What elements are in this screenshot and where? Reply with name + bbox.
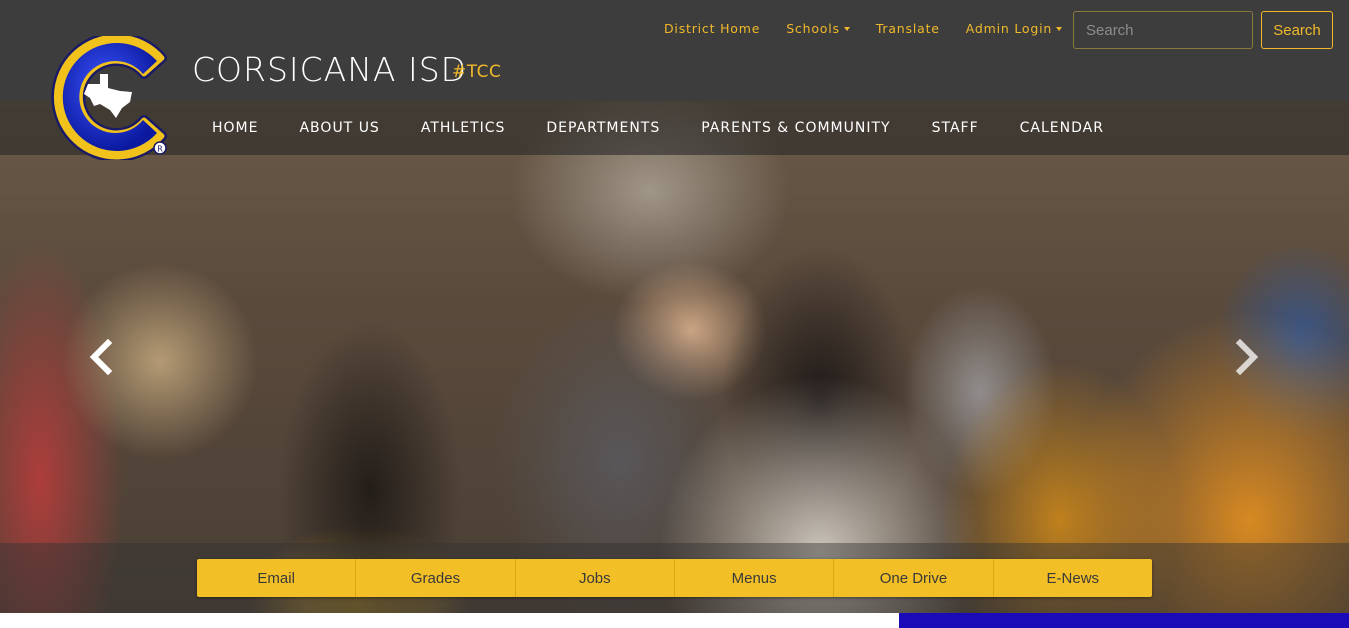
main-nav: HOME ABOUT US ATHLETICS DEPARTMENTS PARE…	[0, 101, 1349, 155]
nav-about-us[interactable]: ABOUT US	[299, 120, 379, 136]
carousel-next-button[interactable]	[1232, 338, 1262, 376]
utility-link-admin-login[interactable]: Admin Login	[965, 21, 1063, 36]
page-bottom-accent-strip	[899, 613, 1349, 628]
corsicana-c-logo[interactable]: R	[44, 32, 178, 162]
utility-link-label: Translate	[875, 21, 940, 36]
search-input[interactable]	[1073, 11, 1253, 49]
utility-link-district-home[interactable]: District Home	[664, 21, 760, 36]
nav-departments[interactable]: DEPARTMENTS	[546, 120, 660, 136]
nav-parents-community[interactable]: PARENTS & COMMUNITY	[701, 120, 890, 136]
svg-text:R: R	[157, 145, 163, 154]
quick-link-email[interactable]: Email	[197, 559, 357, 597]
quick-link-menus[interactable]: Menus	[675, 559, 835, 597]
page-bottom-strip	[0, 613, 899, 628]
caret-down-icon	[843, 26, 850, 31]
quick-link-jobs[interactable]: Jobs	[516, 559, 675, 597]
quick-link-grades[interactable]: Grades	[356, 559, 516, 597]
chevron-left-icon	[89, 338, 113, 376]
nav-staff[interactable]: STAFF	[932, 120, 979, 136]
utility-link-translate[interactable]: Translate	[876, 21, 940, 36]
utility-nav: District Home Schools Translate Admin Lo…	[664, 21, 1088, 36]
caret-down-icon	[1056, 26, 1063, 31]
utility-link-schools[interactable]: Schools	[786, 21, 850, 36]
quick-links-bar: Email Grades Jobs Menus One Drive E-News	[197, 559, 1152, 597]
utility-link-label: Schools	[786, 21, 840, 36]
chevron-right-icon	[1235, 338, 1259, 376]
nav-calendar[interactable]: CALENDAR	[1020, 120, 1104, 136]
site-hashtag: #TCC	[452, 62, 502, 82]
utility-link-label: Admin Login	[965, 21, 1053, 36]
site-header: CORSICANA ISD #TCC District Home Schools…	[0, 0, 1349, 101]
nav-home[interactable]: HOME	[212, 120, 258, 136]
quick-link-one-drive[interactable]: One Drive	[834, 559, 994, 597]
utility-link-label: District Home	[664, 21, 761, 36]
carousel-prev-button[interactable]	[86, 338, 116, 376]
site-title[interactable]: CORSICANA ISD	[192, 50, 467, 89]
logo-icon: R	[51, 32, 167, 162]
quick-link-e-news[interactable]: E-News	[994, 559, 1152, 597]
search-button[interactable]: Search	[1261, 11, 1333, 49]
nav-athletics[interactable]: ATHLETICS	[421, 120, 506, 136]
hero-carousel: HOME ABOUT US ATHLETICS DEPARTMENTS PARE…	[0, 101, 1349, 613]
